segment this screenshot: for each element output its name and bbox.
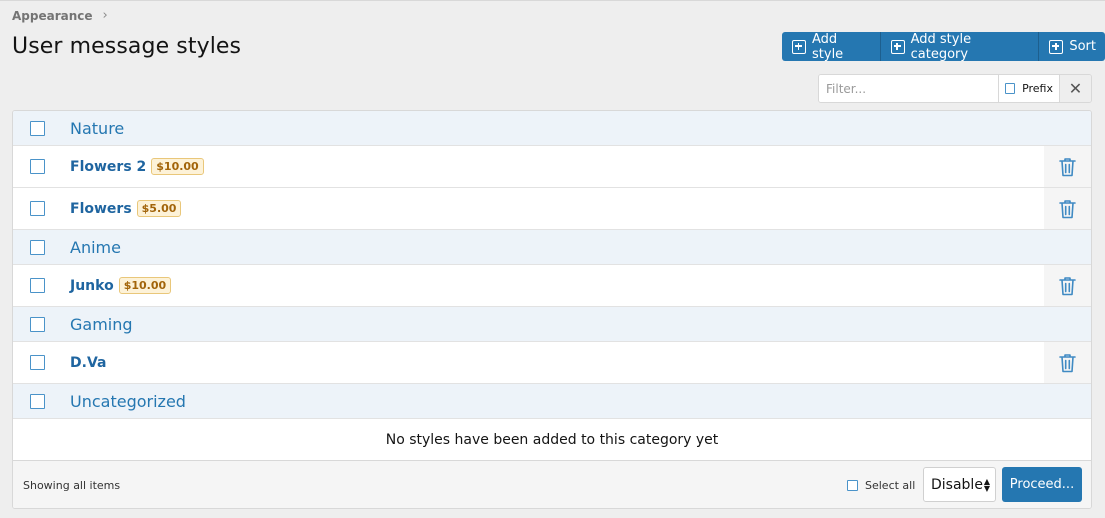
category-checkbox[interactable] xyxy=(29,239,45,255)
category-checkbox[interactable] xyxy=(29,393,45,409)
trash-icon xyxy=(1059,199,1076,218)
category-checkbox[interactable] xyxy=(29,120,45,136)
category-row-anime: Anime xyxy=(13,230,1091,265)
price-badge: $10.00 xyxy=(118,277,172,294)
select-all-label: Select all xyxy=(865,479,916,492)
list-item: Junko $10.00 xyxy=(13,265,1091,307)
prefix-label: Prefix xyxy=(1022,82,1053,95)
item-link[interactable]: Flowers xyxy=(70,201,132,217)
category-row-gaming: Gaming xyxy=(13,307,1091,342)
trash-icon xyxy=(1059,276,1076,295)
proceed-button[interactable]: Proceed... xyxy=(1002,467,1082,502)
list-item: D.Va xyxy=(13,342,1091,384)
select-all-toggle[interactable]: Select all xyxy=(847,479,915,492)
add-style-category-button[interactable]: Add style category xyxy=(880,32,1040,61)
prefix-checkbox[interactable] xyxy=(1005,83,1016,94)
top-divider xyxy=(0,0,1105,1)
item-checkbox[interactable] xyxy=(29,278,45,293)
category-checkbox[interactable] xyxy=(29,316,45,332)
close-icon: ✕ xyxy=(1068,79,1083,98)
category-label[interactable]: Uncategorized xyxy=(70,392,186,411)
delete-button[interactable] xyxy=(1044,265,1091,306)
add-style-button[interactable]: Add style xyxy=(782,32,881,61)
prefix-toggle[interactable]: Prefix xyxy=(999,75,1060,102)
action-select-value: Disable xyxy=(931,476,983,493)
page-title: User message styles xyxy=(12,34,242,59)
plus-square-icon xyxy=(792,39,806,54)
category-label[interactable]: Gaming xyxy=(70,315,133,334)
item-link[interactable]: D.Va xyxy=(70,355,106,371)
category-row-uncategorized: Uncategorized xyxy=(13,384,1091,419)
delete-button[interactable] xyxy=(1044,146,1091,187)
category-label[interactable]: Anime xyxy=(70,238,121,257)
filter-input[interactable] xyxy=(819,75,999,102)
clear-filter-button[interactable]: ✕ xyxy=(1060,75,1091,102)
list-item: Flowers 2 $10.00 xyxy=(13,146,1091,188)
filter-bar: Prefix ✕ xyxy=(818,74,1092,103)
empty-category-message: No styles have been added to this catego… xyxy=(13,419,1091,461)
add-style-category-label: Add style category xyxy=(910,32,972,61)
sort-label: Sort xyxy=(1069,39,1096,54)
trash-icon xyxy=(1059,157,1076,176)
item-link[interactable]: Flowers 2 xyxy=(70,159,146,175)
category-label[interactable]: Nature xyxy=(70,119,124,138)
category-row-nature: Nature xyxy=(13,111,1091,146)
price-badge: $5.00 xyxy=(136,200,182,217)
plus-square-icon xyxy=(1049,39,1064,54)
price-badge: $10.00 xyxy=(151,158,204,175)
item-link[interactable]: Junko xyxy=(70,278,114,294)
action-select[interactable]: Disable ▲ ▼ xyxy=(923,467,996,502)
breadcrumb-appearance-link[interactable]: Appearance xyxy=(12,9,93,23)
breadcrumb-separator: › xyxy=(102,8,108,23)
item-checkbox[interactable] xyxy=(29,201,45,216)
sort-button[interactable]: Sort xyxy=(1039,32,1105,61)
select-arrows-icon: ▲ ▼ xyxy=(983,477,990,493)
toolbar-button-group: Add style Add style category Sort xyxy=(782,32,1105,61)
item-checkbox[interactable] xyxy=(29,355,45,370)
item-checkbox[interactable] xyxy=(29,159,45,174)
delete-button[interactable] xyxy=(1044,188,1091,229)
list-item: Flowers $5.00 xyxy=(13,188,1091,230)
trash-icon xyxy=(1059,353,1076,372)
showing-items-text: Showing all items xyxy=(23,479,121,492)
delete-button[interactable] xyxy=(1044,342,1091,383)
styles-list: Nature Flowers 2 $10.00 Flowers $5.00 An… xyxy=(12,110,1092,509)
add-style-label: Add style xyxy=(812,32,844,61)
select-all-checkbox[interactable] xyxy=(847,480,858,491)
plus-square-icon xyxy=(890,39,905,54)
list-footer: Showing all items Select all Disable ▲ ▼ … xyxy=(13,461,1091,508)
breadcrumb: Appearance › xyxy=(12,8,108,23)
